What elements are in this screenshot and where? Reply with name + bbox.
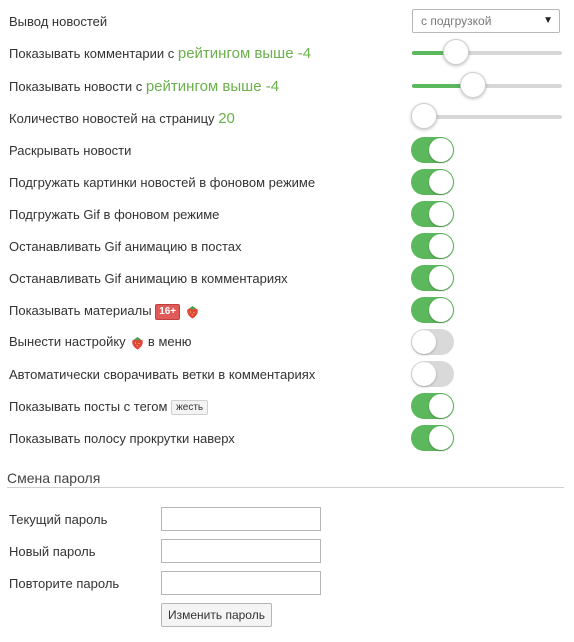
news-output-select[interactable]: с подгрузкой ▼: [412, 9, 560, 33]
toggle-move-to-menu[interactable]: [411, 329, 454, 355]
age-16-badge: 16+: [155, 303, 181, 320]
toggle-stop-gif-comments[interactable]: [411, 265, 454, 291]
toggle-scroll-to-top[interactable]: [411, 425, 454, 451]
move-to-menu-suffix: в меню: [147, 334, 192, 349]
toggle-label-expand-news: Раскрывать новости: [9, 143, 132, 158]
toggle-auto-collapse[interactable]: [411, 361, 454, 387]
toggle-label-stop-gif-comments: Останавливать Gif анимацию в комментария…: [9, 271, 288, 286]
strawberry-icon: [132, 336, 144, 350]
toggle-knob: [412, 330, 436, 354]
password-section-title: Смена пароля: [7, 470, 101, 486]
toggle-label-preload-gif: Подгружать Gif в фоновом режиме: [9, 207, 220, 222]
toggle-knob: [429, 426, 453, 450]
new-password-input[interactable]: [161, 539, 321, 563]
toggle-knob: [412, 362, 436, 386]
news-per-page-prefix: Количество новостей на страницу: [9, 111, 215, 126]
change-password-button[interactable]: Изменить пароль: [161, 603, 272, 627]
news-rating-prefix: Показывать новости с: [9, 79, 143, 94]
toggle-knob: [429, 202, 453, 226]
toggle-label-show-materials: Показывать материалы 16+: [9, 299, 199, 323]
slider-thumb[interactable]: [443, 39, 469, 65]
tag-chip[interactable]: жесть: [171, 400, 209, 416]
toggle-knob: [429, 394, 453, 418]
toggle-knob: [429, 234, 453, 258]
show-tag-posts-text: Показывать посты с тегом: [9, 399, 168, 414]
current-password-input[interactable]: [161, 507, 321, 531]
news-rating-value: рейтингом выше -4: [145, 78, 280, 95]
new-password-label: Новый пароль: [9, 544, 96, 559]
toggle-knob: [429, 170, 453, 194]
toggle-show-materials[interactable]: [411, 297, 454, 323]
toggle-label-preload-images: Подгружать картинки новостей в фоновом р…: [9, 175, 316, 190]
toggle-stop-gif-posts[interactable]: [411, 233, 454, 259]
move-to-menu-text: Вынести настройку: [9, 334, 126, 349]
news-per-page-slider[interactable]: [411, 103, 562, 133]
news-per-page-value: 20: [218, 110, 235, 127]
comments-rating-label: Показывать комментарии с рейтингом выше …: [9, 42, 311, 66]
news-per-page-label: Количество новостей на страницу 20: [9, 107, 235, 131]
strawberry-icon: [186, 305, 198, 319]
comments-rating-slider[interactable]: [412, 39, 562, 69]
repeat-password-input[interactable]: [161, 571, 321, 595]
toggle-preload-images[interactable]: [411, 169, 454, 195]
slider-thumb[interactable]: [460, 72, 486, 98]
comments-rating-value: рейтингом выше -4: [177, 45, 312, 62]
news-rating-label: Показывать новости с рейтингом выше -4: [9, 75, 279, 99]
toggle-label-stop-gif-posts: Останавливать Gif анимацию в постах: [9, 239, 242, 254]
repeat-password-label: Повторите пароль: [9, 576, 120, 591]
toggle-label-move-to-menu: Вынести настройку в меню: [9, 330, 192, 354]
toggle-expand-news[interactable]: [411, 137, 454, 163]
comments-rating-prefix: Показывать комментарии с: [9, 46, 175, 61]
dropdown-arrow-icon: ▼: [543, 15, 553, 26]
news-output-label: Вывод новостей: [9, 14, 108, 29]
toggle-show-tag-posts[interactable]: [411, 393, 454, 419]
show-materials-text: Показывать материалы: [9, 303, 152, 318]
slider-thumb[interactable]: [411, 103, 437, 129]
toggle-label-show-tag-posts: Показывать посты с тегом жесть: [9, 395, 209, 419]
news-rating-slider[interactable]: [412, 72, 562, 102]
toggle-knob: [429, 266, 453, 290]
toggle-knob: [429, 138, 453, 162]
toggle-label-auto-collapse: Автоматически сворачивать ветки в коммен…: [9, 367, 316, 382]
current-password-label: Текущий пароль: [9, 512, 108, 527]
toggle-label-scroll-to-top: Показывать полосу прокрутки наверх: [9, 431, 235, 446]
section-divider: [7, 487, 564, 488]
toggle-preload-gif[interactable]: [411, 201, 454, 227]
toggle-knob: [429, 298, 453, 322]
news-output-selected: с подгрузкой: [421, 14, 492, 28]
